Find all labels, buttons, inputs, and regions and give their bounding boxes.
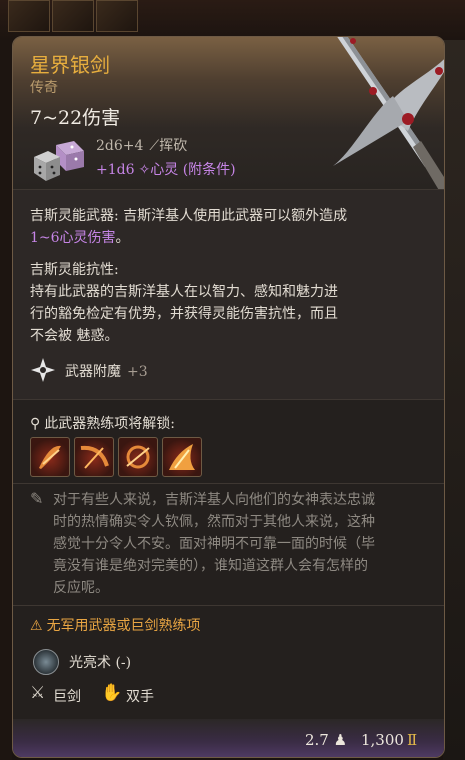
warning-text: 无军用武器或巨剑熟练项 xyxy=(46,618,201,634)
damage-range: 7~22伤害 xyxy=(30,107,121,129)
passive-weapon-text: 吉斯洋基人使用此武器可以额外造成 xyxy=(118,208,348,224)
property-greatsword: 巨剑 xyxy=(53,689,81,705)
passive-resistance-line: 行的豁免检定有优势，并获得灵能伤害抗性，而且 xyxy=(30,306,338,322)
unlock-icon: ⚲ xyxy=(30,416,41,432)
weapon-enchantment: 武器附魔 +3 xyxy=(65,361,148,381)
action-icon-2[interactable] xyxy=(74,437,114,477)
psychic-damage-highlight: 1~6心灵伤害 xyxy=(30,230,116,246)
proficiency-warning: ⚠ 无军用武器或巨剑熟练项 xyxy=(30,615,201,635)
damage-formula: 2d6+4 xyxy=(96,138,144,154)
background-right xyxy=(443,40,465,760)
flavor-line: 竟没有谁是绝对完美的），谁知道这群人会有怎样的 xyxy=(53,558,368,574)
action-icon-1[interactable] xyxy=(30,437,70,477)
warning-icon: ⚠ xyxy=(30,618,43,634)
slash-icon: ⟋ xyxy=(149,138,160,154)
proficiency-title: ⚲ 此武器熟练项将解锁: xyxy=(30,413,175,433)
divider xyxy=(13,483,444,484)
flavor-text: 对于有些人来说，吉斯洋基人向他们的女神表达忠诚 时的热情确实令人钦佩，然而对于其… xyxy=(53,489,428,599)
spell-light: 光亮术 (-) xyxy=(69,655,132,671)
damage-line-psychic: +1d6 ✧心灵 (附条件) xyxy=(96,159,236,179)
dice-icon xyxy=(34,141,84,181)
weight-value: 2.7 xyxy=(305,731,329,749)
passive-resistance-name: 吉斯灵能抗性: xyxy=(30,262,119,278)
hotbar-slot[interactable] xyxy=(52,0,94,32)
flavor-line: 对于有些人来说，吉斯洋基人向他们的女神表达忠诚 xyxy=(53,492,375,508)
quill-icon: ✎ xyxy=(30,489,44,508)
light-spell-icon[interactable] xyxy=(33,649,59,675)
psychic-icon: ✧ xyxy=(138,162,151,178)
passive-weapon-end: 。 xyxy=(115,230,130,246)
enchantment-icon xyxy=(31,358,55,382)
action-icon-3[interactable] xyxy=(118,437,158,477)
action-icon-4[interactable] xyxy=(162,437,202,477)
damage-line-slashing: 2d6+4 ⟋挥砍 xyxy=(96,135,187,155)
damage-type: 心灵 (附条件) xyxy=(150,162,236,178)
gold-coin-icon: Ⅱ xyxy=(406,731,418,749)
price-value: 1,300 xyxy=(361,731,404,749)
item-weight: 2.7 ♟ xyxy=(305,731,347,749)
divider xyxy=(13,605,444,606)
passive-weapon-name: 吉斯灵能武器: xyxy=(30,208,119,224)
flavor-line: 时的热情确实令人钦佩，然而对于其他人来说，这种 xyxy=(53,514,375,530)
item-name: 星界银剑 xyxy=(30,53,110,77)
item-tooltip: 星界银剑 传奇 7~22伤害 2d6+4 ⟋挥砍 +1d6 ✧心灵 (附条件) 吉斯… xyxy=(12,36,445,758)
enchantment-value: +3 xyxy=(127,364,148,380)
weight-icon: ♟ xyxy=(333,731,348,749)
property-two-handed: 双手 xyxy=(126,689,154,705)
flavor-line: 感觉十分令人不安。面对神明不可靠一面的时候（毕 xyxy=(53,536,375,552)
sword-image xyxy=(333,37,444,197)
flavor-line: 反应呢。 xyxy=(53,580,109,596)
item-price: 1,300 Ⅱ xyxy=(361,731,417,749)
passive-resistance-line: 不会被 魅惑。 xyxy=(30,328,119,344)
background-left xyxy=(0,40,12,760)
divider xyxy=(13,399,444,400)
hotbar-slot[interactable] xyxy=(96,0,138,32)
damage-type: 挥砍 xyxy=(159,138,188,154)
proficiency-title-text: 此武器熟练项将解锁: xyxy=(44,416,175,432)
two-handed-icon: ✋ xyxy=(101,683,123,703)
divider xyxy=(13,189,444,190)
passive-resistance-line: 持有此武器的吉斯洋基人在以智力、感知和魅力进 xyxy=(30,284,338,300)
item-rarity: 传奇 xyxy=(30,80,58,96)
enchantment-label: 武器附魔 xyxy=(65,364,121,380)
damage-formula: +1d6 xyxy=(96,162,135,178)
passive-weapon: 吉斯灵能武器: 吉斯洋基人使用此武器可以额外造成 1~6心灵伤害。 xyxy=(30,205,430,249)
hotbar-slot[interactable] xyxy=(8,0,50,32)
greatsword-icon: ⚔ xyxy=(30,683,46,703)
